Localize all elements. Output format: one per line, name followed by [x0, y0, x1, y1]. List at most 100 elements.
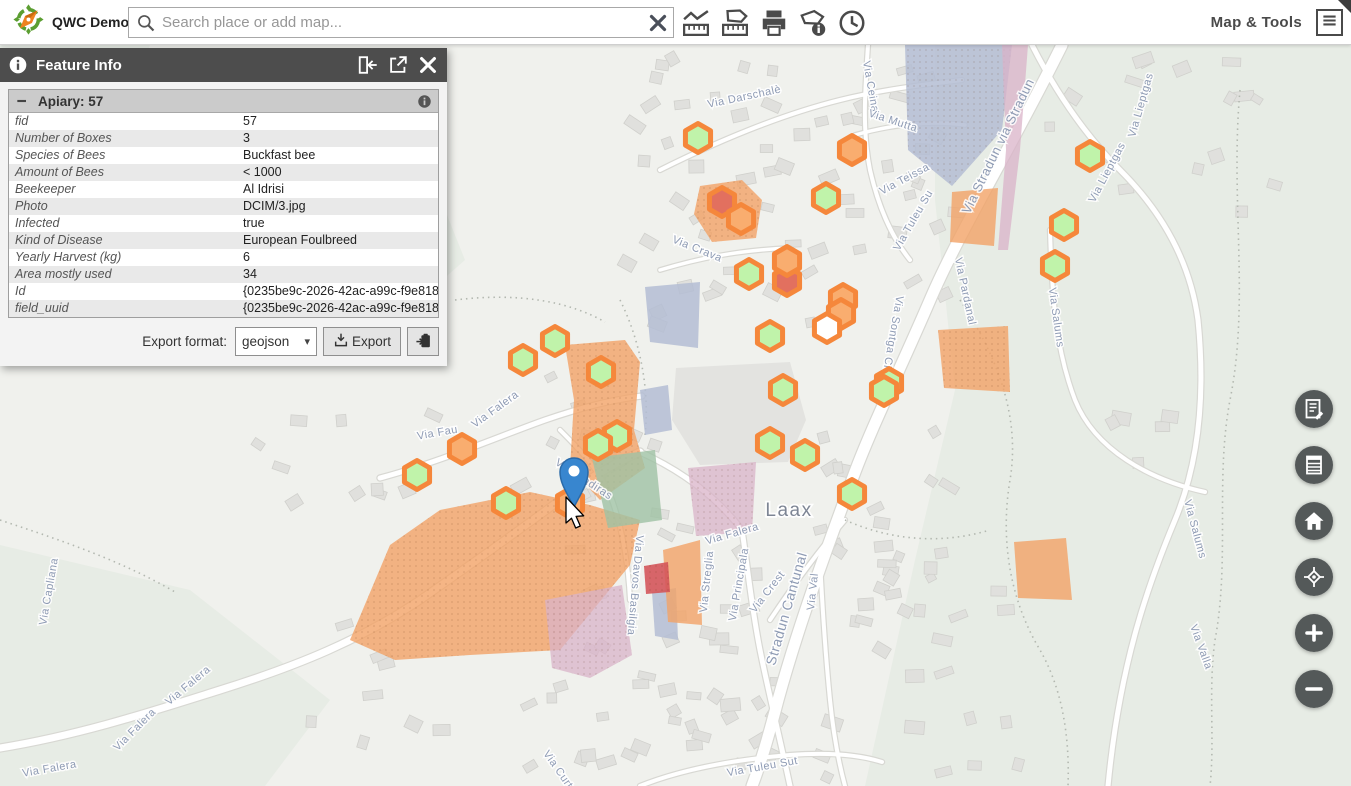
feature-attribute-row: BeekeeperAl Idrisi [9, 181, 438, 198]
print-icon [759, 25, 789, 42]
attribute-key: Yearly Harvest (kg) [9, 249, 243, 266]
feature-attribute-row: Area mostly used34 [9, 266, 438, 283]
zoom-in-button[interactable] [1295, 614, 1333, 652]
info-icon [8, 55, 28, 75]
attribute-key: Kind of Disease [9, 232, 243, 249]
dock-button[interactable] [357, 54, 379, 76]
apiary-marker-orange[interactable] [839, 136, 864, 165]
clipboard-icon [415, 332, 432, 352]
locate-button[interactable] [1295, 558, 1333, 596]
apiary-marker-green[interactable] [493, 489, 518, 518]
feature-info-panel: Feature Info Apiary: 57 fid57Number of B… [0, 48, 447, 366]
attribute-value: {0235be9c-2026-42ac-a99c-f9e8183fc602} [243, 283, 438, 300]
attribute-table-button[interactable] [1295, 446, 1333, 484]
search-icon [136, 13, 156, 33]
apiary-marker-green[interactable] [510, 346, 535, 375]
apiary-marker-green[interactable] [757, 429, 782, 458]
identify-region-icon [798, 25, 828, 42]
attribute-value: 57 [243, 113, 438, 130]
zoom-out-button[interactable] [1295, 670, 1333, 708]
home-button[interactable] [1295, 502, 1333, 540]
apiary-marker-green[interactable] [1077, 142, 1102, 171]
print-button[interactable] [759, 8, 789, 38]
feature-attribute-row: Id{0235be9c-2026-42ac-a99c-f9e8183fc602} [9, 283, 438, 300]
measure-line-icon [681, 25, 711, 42]
apiary-marker-orange[interactable] [449, 435, 474, 464]
measure-area-icon [720, 25, 750, 42]
attribute-key: Id [9, 283, 243, 300]
top-bar: QWC Demo Map & Tools [0, 0, 1351, 45]
feature-attribute-row: field_uuid{0235be9c-2026-42ac-a99c-f9e81… [9, 300, 438, 317]
collapse-icon[interactable] [15, 93, 31, 109]
export-icon [333, 332, 349, 351]
detach-window-button[interactable] [387, 54, 409, 76]
apiary-marker-green[interactable] [1051, 211, 1076, 240]
export-button[interactable]: Export [323, 327, 401, 356]
hamburger-icon [1319, 10, 1340, 36]
apiary-marker-green[interactable] [757, 322, 782, 351]
feature-attribute-row: Yearly Harvest (kg)6 [9, 249, 438, 266]
measure-line-button[interactable] [681, 8, 711, 38]
feature-attribute-row: PhotoDCIM/3.jpg [9, 198, 438, 215]
attribute-value: DCIM/3.jpg [243, 198, 438, 215]
feature-section-title: Apiary: 57 [38, 94, 417, 109]
apiary-marker-green[interactable] [685, 124, 710, 153]
attribute-key: Infected [9, 215, 243, 232]
search-box[interactable] [128, 7, 674, 38]
panel-title: Feature Info [36, 57, 349, 74]
apiary-marker-green[interactable] [813, 184, 838, 213]
apiary-marker-green[interactable] [588, 358, 613, 387]
identify-region-button[interactable] [798, 8, 828, 38]
feature-attribute-row: Species of BeesBuckfast bee [9, 147, 438, 164]
apiary-marker-green[interactable] [404, 461, 429, 490]
attribute-key: field_uuid [9, 300, 243, 317]
measure-area-button[interactable] [720, 8, 750, 38]
report-button[interactable] [1295, 390, 1333, 428]
apiary-marker-green[interactable] [585, 431, 610, 460]
attribute-key: fid [9, 113, 243, 130]
feature-attribute-row: Kind of DiseaseEuropean Foulbreed [9, 232, 438, 249]
zone-bluegray [640, 385, 672, 435]
time-icon [837, 25, 867, 42]
zoom-in-icon [1302, 621, 1326, 645]
attribute-key: Photo [9, 198, 243, 215]
attribute-key: Amount of Bees [9, 164, 243, 181]
feature-info-titlebar[interactable]: Feature Info [0, 48, 447, 82]
apiary-marker-green[interactable] [770, 376, 795, 405]
menu-button[interactable] [1316, 9, 1343, 36]
export-bar: Export format: geojson ▾ Export [0, 318, 447, 366]
search-input[interactable] [156, 14, 645, 31]
zone-bluegray [645, 282, 700, 348]
attribute-value: 3 [243, 130, 438, 147]
apiary-marker-orange[interactable] [774, 247, 799, 276]
feature-attribute-row: Infectedtrue [9, 215, 438, 232]
apiary-marker-green[interactable] [839, 480, 864, 509]
map-tools-label: Map & Tools [1211, 14, 1302, 31]
copy-to-clipboard-button[interactable] [407, 327, 439, 356]
corner-wedge [1338, 0, 1351, 13]
apiary-marker-white[interactable] [814, 314, 839, 343]
close-button[interactable] [417, 54, 439, 76]
attribute-key: Species of Bees [9, 147, 243, 164]
attribute-key: Area mostly used [9, 266, 243, 283]
export-format-value: geojson [242, 334, 289, 349]
export-format-select[interactable]: geojson ▾ [235, 327, 317, 356]
qwc-compass-logo-icon [13, 4, 44, 40]
report-icon [1302, 397, 1326, 421]
time-button[interactable] [837, 8, 867, 38]
zoom-out-icon [1302, 677, 1326, 701]
town-label-laax: Laax [765, 500, 812, 521]
apiary-marker-green[interactable] [736, 260, 761, 289]
apiary-marker-green[interactable] [1042, 252, 1067, 281]
feature-info-icon[interactable] [417, 94, 432, 109]
apiary-marker-green[interactable] [542, 327, 567, 356]
search-clear-icon[interactable] [645, 10, 671, 36]
apiary-marker-green[interactable] [792, 441, 817, 470]
attribute-table-icon [1302, 453, 1326, 477]
apiary-marker-orange[interactable] [728, 205, 753, 234]
apiary-marker-green[interactable] [871, 377, 896, 406]
attribute-value: {0235be9c-2026-42ac-a99c-f9e8183fc602} [243, 300, 438, 317]
attribute-key: Beekeeper [9, 181, 243, 198]
attribute-key: Number of Boxes [9, 130, 243, 147]
feature-section-header[interactable]: Apiary: 57 [9, 90, 438, 113]
